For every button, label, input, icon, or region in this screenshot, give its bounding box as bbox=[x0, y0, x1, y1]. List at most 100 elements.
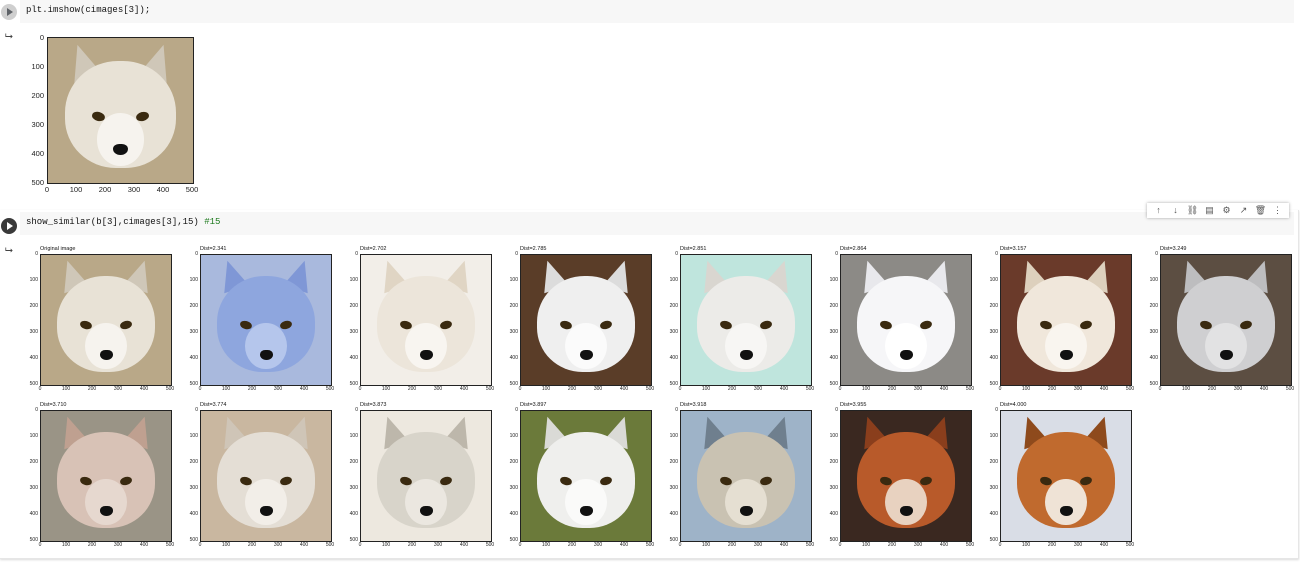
y-tick-label: 100 bbox=[189, 433, 198, 439]
y-tick-label: 200 bbox=[349, 303, 358, 309]
fox-face bbox=[841, 255, 971, 385]
fox-face bbox=[41, 255, 171, 385]
y-tick-label: 100 bbox=[509, 433, 518, 439]
x-tick-label: 200 bbox=[887, 386, 897, 392]
plot-image bbox=[40, 254, 172, 386]
fox-muzzle bbox=[245, 322, 287, 370]
x-tick-label: 200 bbox=[1047, 386, 1057, 392]
y-tick-label: 300 bbox=[189, 485, 198, 491]
fox-muzzle bbox=[97, 113, 144, 166]
y-tick-label: 200 bbox=[669, 303, 678, 309]
fox-muzzle bbox=[85, 322, 127, 370]
y-tick-label: 200 bbox=[29, 303, 38, 309]
x-tick-label: 0 bbox=[678, 386, 682, 392]
y-tick-label: 0 bbox=[1155, 251, 1158, 257]
code-cell-2: show_similar(b[3],cimages[3],15) #15 ⮡ O… bbox=[0, 210, 1299, 559]
fox-nose bbox=[1059, 349, 1073, 361]
play-icon bbox=[7, 222, 13, 230]
x-tick-label: 300 bbox=[593, 386, 603, 392]
y-tick-label: 0 bbox=[35, 251, 38, 257]
x-tick-label: 100 bbox=[541, 386, 551, 392]
x-tick-label: 300 bbox=[433, 386, 443, 392]
settings-icon[interactable]: ⚙ bbox=[1220, 204, 1234, 217]
x-tick-label: 0 bbox=[198, 542, 202, 548]
plot-image bbox=[40, 410, 172, 542]
y-tick-label: 300 bbox=[829, 329, 838, 335]
y-tick-label: 400 bbox=[669, 355, 678, 361]
fox-face bbox=[361, 411, 491, 541]
y-tick-label: 0 bbox=[675, 407, 678, 413]
run-cell-button[interactable] bbox=[1, 218, 17, 234]
code-editor[interactable]: plt.imshow(cimages[3]); bbox=[20, 0, 1294, 23]
fox-face bbox=[48, 38, 193, 183]
y-tick-label: 400 bbox=[1149, 355, 1158, 361]
plot-image bbox=[200, 254, 332, 386]
x-tick-label: 100 bbox=[701, 542, 711, 548]
x-tick-label: 500 bbox=[805, 386, 815, 392]
x-tick-label: 500 bbox=[805, 542, 815, 548]
x-tick-label: 0 bbox=[358, 542, 362, 548]
code-text: plt.imshow(cimages[3]); bbox=[26, 5, 151, 15]
x-tick-label: 400 bbox=[939, 542, 949, 548]
x-tick-label: 400 bbox=[619, 542, 629, 548]
plot-image bbox=[520, 410, 652, 542]
x-tick-label: 400 bbox=[459, 542, 469, 548]
x-tick-label: 300 bbox=[273, 386, 283, 392]
y-tick-label: 400 bbox=[989, 355, 998, 361]
y-tick-label: 0 bbox=[39, 32, 44, 42]
x-tick-label: 500 bbox=[965, 386, 975, 392]
x-tick-label: 400 bbox=[299, 542, 309, 548]
x-tick-label: 200 bbox=[247, 542, 257, 548]
fox-muzzle bbox=[85, 478, 127, 526]
fox-nose bbox=[579, 505, 593, 517]
x-tick-label: 400 bbox=[299, 386, 309, 392]
fox-face bbox=[361, 255, 491, 385]
code-editor[interactable]: show_similar(b[3],cimages[3],15) #15 bbox=[20, 212, 1294, 235]
x-tick-label: 100 bbox=[1021, 386, 1031, 392]
link-icon[interactable]: ⛓ bbox=[1186, 204, 1200, 217]
fox-muzzle bbox=[405, 322, 447, 370]
plot-image bbox=[1000, 254, 1132, 386]
x-tick-label: 400 bbox=[779, 386, 789, 392]
y-tick-label: 200 bbox=[829, 459, 838, 465]
run-cell-button[interactable] bbox=[1, 4, 17, 20]
fox-nose bbox=[1059, 505, 1073, 517]
x-tick-label: 400 bbox=[139, 542, 149, 548]
x-tick-label: 500 bbox=[325, 542, 335, 548]
move-down-icon[interactable]: ↓ bbox=[1169, 204, 1183, 217]
x-tick-label: 0 bbox=[838, 542, 842, 548]
x-tick-label: 100 bbox=[381, 386, 391, 392]
y-tick-label: 100 bbox=[29, 277, 38, 283]
y-tick-label: 300 bbox=[1149, 329, 1158, 335]
delete-icon[interactable]: 🗑 bbox=[1254, 204, 1268, 217]
fox-nose bbox=[739, 505, 753, 517]
fox-nose bbox=[99, 349, 113, 361]
x-tick-label: 400 bbox=[779, 542, 789, 548]
y-tick-label: 200 bbox=[1149, 303, 1158, 309]
x-tick-label: 400 bbox=[459, 386, 469, 392]
fox-nose bbox=[259, 349, 273, 361]
fox-muzzle bbox=[1205, 322, 1247, 370]
x-tick-label: 100 bbox=[61, 386, 71, 392]
y-tick-label: 300 bbox=[349, 329, 358, 335]
plot-image bbox=[1000, 410, 1132, 542]
x-tick-label: 0 bbox=[838, 386, 842, 392]
x-tick-label: 0 bbox=[38, 542, 42, 548]
plot-image bbox=[360, 254, 492, 386]
x-tick-label: 300 bbox=[1073, 386, 1083, 392]
x-tick-label: 400 bbox=[939, 386, 949, 392]
y-tick-label: 300 bbox=[31, 119, 44, 129]
x-tick-label: 500 bbox=[1125, 542, 1135, 548]
y-tick-label: 300 bbox=[669, 485, 678, 491]
plot-image bbox=[840, 410, 972, 542]
more-icon[interactable]: ⋮ bbox=[1271, 204, 1285, 217]
open-in-icon[interactable]: ↗ bbox=[1237, 204, 1251, 217]
move-up-icon[interactable]: ↑ bbox=[1152, 204, 1166, 217]
comment-icon[interactable]: ▤ bbox=[1203, 204, 1217, 217]
x-tick-label: 0 bbox=[198, 386, 202, 392]
x-tick-label: 200 bbox=[567, 386, 577, 392]
x-tick-label: 100 bbox=[381, 542, 391, 548]
fox-face bbox=[41, 411, 171, 541]
x-tick-label: 0 bbox=[44, 185, 50, 194]
y-tick-label: 300 bbox=[989, 329, 998, 335]
